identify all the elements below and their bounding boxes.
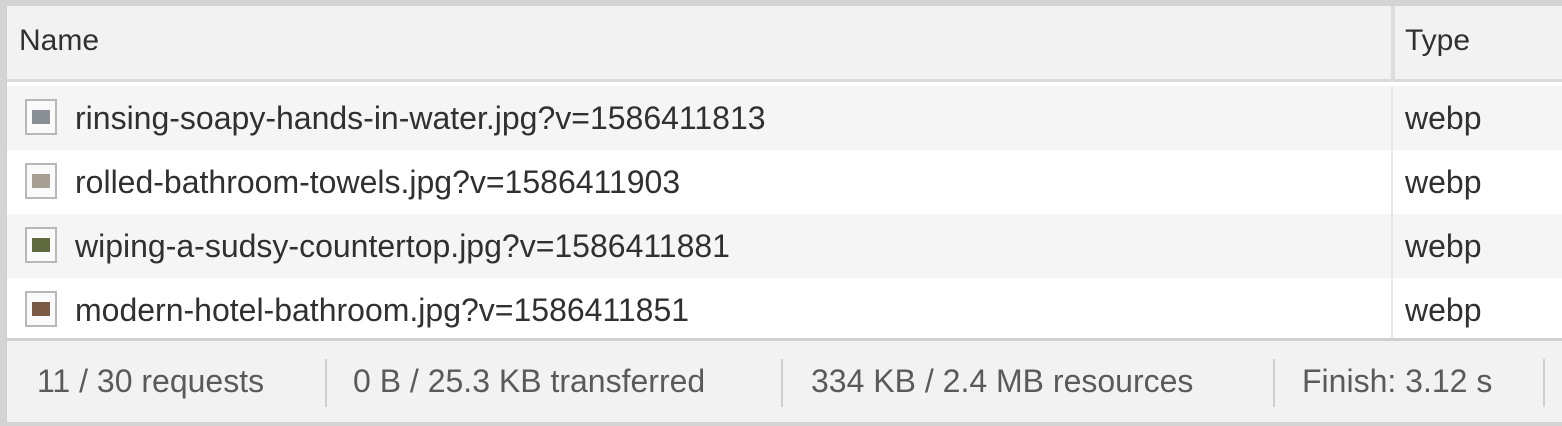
- status-divider: [1273, 359, 1275, 407]
- request-list: rinsing-soapy-hands-in-water.jpg?v=15864…: [7, 86, 1562, 342]
- column-divider: [1391, 86, 1393, 150]
- request-type: webp: [1405, 100, 1482, 136]
- image-thumbnail-icon: [25, 227, 57, 263]
- thumbnail-preview: [32, 238, 50, 252]
- column-resize-handle[interactable]: [1391, 6, 1395, 82]
- request-type: webp: [1405, 164, 1482, 200]
- column-header-type[interactable]: Type: [1405, 24, 1470, 58]
- table-row[interactable]: wiping-a-sudsy-countertop.jpg?v=15864118…: [7, 214, 1562, 278]
- status-divider: [781, 359, 783, 407]
- column-header-name[interactable]: Name: [19, 24, 99, 58]
- column-divider: [1391, 150, 1393, 214]
- status-divider: [325, 359, 327, 407]
- request-name[interactable]: rolled-bathroom-towels.jpg?v=1586411903: [75, 164, 680, 201]
- request-name[interactable]: modern-hotel-bathroom.jpg?v=1586411851: [75, 292, 689, 329]
- request-type: webp: [1405, 292, 1482, 328]
- table-row[interactable]: rolled-bathroom-towels.jpg?v=1586411903 …: [7, 150, 1562, 214]
- column-divider: [1391, 278, 1393, 342]
- table-header: Name Type: [7, 6, 1562, 82]
- image-thumbnail-icon: [25, 163, 57, 199]
- image-thumbnail-icon: [25, 291, 57, 327]
- thumbnail-preview: [32, 302, 50, 316]
- request-name[interactable]: rinsing-soapy-hands-in-water.jpg?v=15864…: [75, 100, 766, 137]
- status-bar: 11 / 30 requests 0 B / 25.3 KB transferr…: [7, 338, 1562, 422]
- image-thumbnail-icon: [25, 99, 57, 135]
- thumbnail-preview: [32, 110, 50, 124]
- finish-time: Finish: 3.12 s: [1302, 363, 1493, 399]
- column-divider: [1391, 214, 1393, 278]
- network-panel: Name Type rinsing-soapy-hands-in-water.j…: [6, 6, 1562, 422]
- thumbnail-preview: [32, 174, 50, 188]
- request-type: webp: [1405, 228, 1482, 264]
- status-divider: [1543, 359, 1545, 407]
- requests-count: 11 / 30 requests: [37, 363, 265, 399]
- table-row[interactable]: modern-hotel-bathroom.jpg?v=1586411851 w…: [7, 278, 1562, 342]
- table-row[interactable]: rinsing-soapy-hands-in-water.jpg?v=15864…: [7, 86, 1562, 150]
- transferred-size: 0 B / 25.3 KB transferred: [353, 363, 706, 399]
- request-name[interactable]: wiping-a-sudsy-countertop.jpg?v=15864118…: [75, 228, 730, 265]
- resources-size: 334 KB / 2.4 MB resources: [811, 363, 1194, 399]
